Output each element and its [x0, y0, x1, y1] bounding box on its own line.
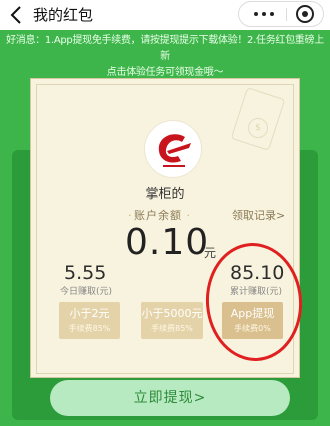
- brand-logo-icon: [158, 134, 191, 167]
- username: 掌柜的: [145, 187, 185, 202]
- withdraw-option-title: 小于2元: [69, 307, 110, 320]
- withdraw-option-under-2[interactable]: 小于2元 手续费85%: [59, 302, 120, 339]
- withdraw-option-under-5000[interactable]: 小于5000元 手续费85%: [141, 302, 203, 339]
- balance-label-text: 账户余额: [134, 209, 182, 222]
- capsule-divider: [286, 8, 287, 21]
- today-earned-amount: 5.55: [64, 262, 107, 284]
- notice-banner: 好消息：1.App提现免手续费，请按提现提示下载体验！2.任务红包重磅上新 点击…: [0, 33, 330, 81]
- coin-decoration-icon: $: [248, 118, 268, 138]
- notice-line-1: 好消息：1.App提现免手续费，请按提现提示下载体验！2.任务红包重磅上新: [6, 35, 324, 62]
- balance-label: · 账户余额 ·: [128, 209, 190, 222]
- top-navigation-bar: 我的红包: [0, 0, 330, 30]
- more-dots-icon[interactable]: [247, 5, 281, 23]
- withdraw-option-title: 小于5000元: [141, 307, 203, 320]
- avatar: [144, 120, 202, 178]
- back-arrow-icon[interactable]: [8, 4, 24, 26]
- withdraw-now-button[interactable]: 立即提现>: [50, 380, 290, 416]
- withdraw-option-fee: 手续费85%: [151, 324, 193, 333]
- mini-program-capsule: [238, 1, 324, 27]
- record-link[interactable]: 领取记录>: [232, 207, 285, 223]
- balance-amount: 0.10: [125, 222, 210, 263]
- page-title: 我的红包: [33, 6, 94, 24]
- mini-program-close-icon[interactable]: [296, 5, 314, 23]
- withdraw-option-fee: 手续费85%: [68, 324, 111, 333]
- today-earned-label: 今日赚取(元): [60, 287, 113, 297]
- balance-unit: 元: [204, 246, 217, 260]
